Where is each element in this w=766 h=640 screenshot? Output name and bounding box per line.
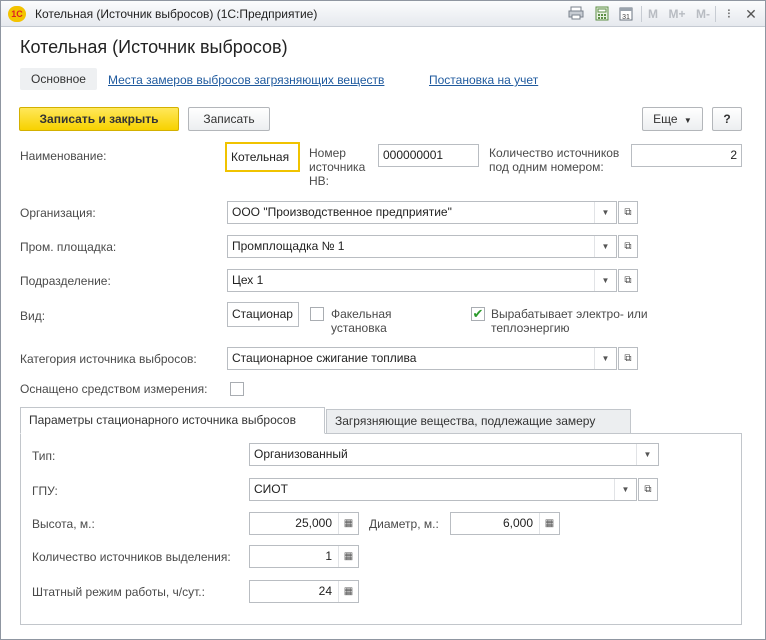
emission-sources-input[interactable]: 1 ▦	[249, 545, 359, 568]
calculator-icon[interactable]: ▦	[338, 581, 358, 602]
organization-value: ООО "Производственное предприятие"	[232, 205, 452, 219]
work-mode-value: 24	[318, 584, 332, 598]
measurement-checkbox[interactable]	[230, 382, 244, 396]
calendar-icon[interactable]: 31	[617, 6, 635, 22]
print-icon[interactable]	[567, 6, 585, 22]
diameter-value: 6,000	[502, 516, 533, 530]
window-menu-icon[interactable]: ⁝	[721, 6, 737, 22]
open-icon[interactable]: ⧉	[618, 235, 638, 258]
category-label: Категория источника выбросов:	[20, 352, 197, 366]
memory-plus-button[interactable]: M+	[666, 6, 688, 22]
chevron-down-icon[interactable]: ▼	[636, 444, 658, 465]
calculator-icon[interactable]: ▦	[338, 546, 358, 567]
chevron-down-icon: ▼	[683, 116, 692, 125]
nav-link-measure-places[interactable]: Места замеров выбросов загрязняющих веще…	[108, 73, 384, 87]
toolbar-separator	[641, 6, 642, 22]
kind-input[interactable]: Стационар	[227, 302, 299, 327]
flare-checkbox[interactable]	[310, 307, 324, 321]
toolbar-separator	[715, 6, 716, 22]
gpu-value: СИОТ	[254, 482, 288, 496]
window-title: Котельная (Источник выбросов) (1С:Предпр…	[35, 7, 318, 21]
app-logo-icon: 1C	[8, 6, 26, 22]
save-button[interactable]: Записать	[188, 107, 270, 131]
height-value: 25,000	[295, 516, 332, 530]
open-icon[interactable]: ⧉	[618, 269, 638, 292]
organization-label: Организация:	[20, 206, 96, 220]
flare-label: Факельная установка	[331, 307, 392, 335]
calculator-icon[interactable]: ▦	[338, 513, 358, 534]
help-button[interactable]: ?	[712, 107, 742, 131]
source-count-label: Количество источников под одним номером:	[489, 146, 620, 174]
measurement-label: Оснащено средством измерения:	[20, 382, 208, 396]
tab-stationary-params[interactable]: Параметры стационарного источника выброс…	[20, 407, 325, 434]
chevron-down-icon[interactable]: ▼	[594, 348, 616, 369]
type-label: Тип:	[32, 449, 56, 463]
save-and-close-button[interactable]: Записать и закрыть	[19, 107, 179, 131]
gpu-label: ГПУ:	[32, 484, 58, 498]
height-label: Высота, м.:	[32, 517, 95, 531]
open-icon[interactable]: ⧉	[618, 201, 638, 224]
main-window: 1C Котельная (Источник выбросов) (1С:Пре…	[0, 0, 766, 640]
work-mode-label: Штатный режим работы, ч/сут.:	[32, 585, 205, 599]
type-select[interactable]: Организованный ▼	[249, 443, 659, 466]
chevron-down-icon[interactable]: ▼	[594, 270, 616, 291]
page-title: Котельная (Источник выбросов)	[20, 37, 288, 57]
chevron-down-icon[interactable]: ▼	[594, 236, 616, 257]
name-input[interactable]: Котельная	[225, 142, 300, 172]
department-input[interactable]: Цех 1 ▼	[227, 269, 617, 292]
site-input[interactable]: Промплощадка № 1 ▼	[227, 235, 617, 258]
title-bar: 1C Котельная (Источник выбросов) (1С:Пре…	[1, 1, 765, 27]
nav-tab-main[interactable]: Основное	[20, 68, 97, 90]
memory-minus-button[interactable]: M-	[692, 6, 714, 22]
source-count-input[interactable]: 2	[631, 144, 742, 167]
open-icon[interactable]: ⧉	[638, 478, 658, 501]
energy-checkbox[interactable]: ✔	[471, 307, 485, 321]
source-number-input[interactable]: 000000001	[378, 144, 479, 167]
work-mode-input[interactable]: 24 ▦	[249, 580, 359, 603]
site-label: Пром. площадка:	[20, 240, 117, 254]
diameter-label: Диаметр, м.:	[369, 517, 439, 531]
more-button[interactable]: Еще ▼	[642, 107, 703, 131]
gpu-input[interactable]: СИОТ ▼	[249, 478, 637, 501]
department-value: Цех 1	[232, 273, 264, 287]
department-label: Подразделение:	[20, 274, 111, 288]
chevron-down-icon[interactable]: ▼	[594, 202, 616, 223]
site-value: Промплощадка № 1	[232, 239, 345, 253]
svg-text:31: 31	[622, 14, 630, 21]
name-label: Наименование:	[20, 149, 107, 163]
calculator-icon[interactable]: ▦	[539, 513, 559, 534]
energy-label: Вырабатывает электро- или теплоэнергию	[491, 307, 648, 335]
category-value: Стационарное сжигание топлива	[232, 351, 417, 365]
close-icon[interactable]: ✕	[743, 6, 759, 22]
tab-pollutants[interactable]: Загрязняющие вещества, подлежащие замеру	[326, 409, 631, 433]
organization-input[interactable]: ООО "Производственное предприятие" ▼	[227, 201, 617, 224]
more-button-label: Еще	[653, 112, 678, 126]
nav-link-registration[interactable]: Постановка на учет	[429, 73, 538, 87]
calculator-icon[interactable]	[593, 6, 611, 22]
open-icon[interactable]: ⧉	[618, 347, 638, 370]
chevron-down-icon[interactable]: ▼	[614, 479, 636, 500]
category-input[interactable]: Стационарное сжигание топлива ▼	[227, 347, 617, 370]
emission-sources-label: Количество источников выделения:	[32, 550, 231, 564]
memory-button[interactable]: M	[646, 6, 660, 22]
type-value: Организованный	[254, 447, 348, 461]
kind-label: Вид:	[20, 309, 46, 323]
diameter-input[interactable]: 6,000 ▦	[450, 512, 560, 535]
emission-sources-value: 1	[325, 549, 332, 563]
height-input[interactable]: 25,000 ▦	[249, 512, 359, 535]
source-number-label: Номер источника НВ:	[309, 146, 366, 188]
